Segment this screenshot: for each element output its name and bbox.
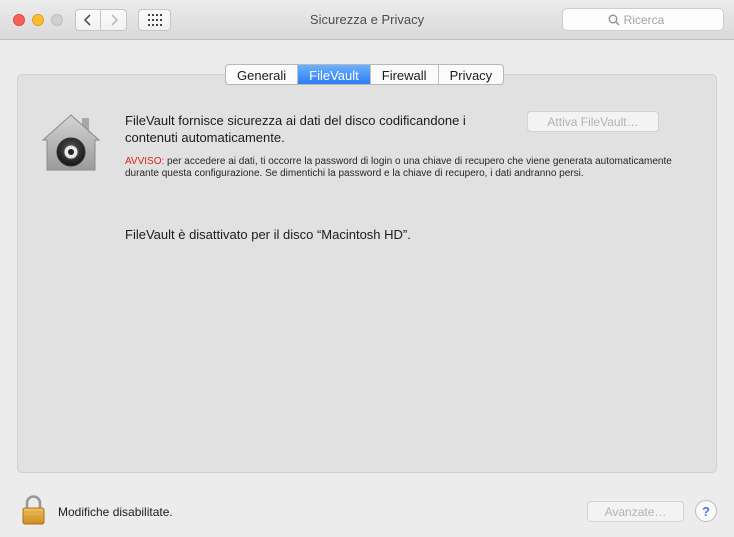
- activate-filevault-button[interactable]: Attiva FileVault…: [527, 111, 659, 132]
- lock-status-label: Modifiche disabilitate.: [58, 505, 173, 519]
- search-icon: [608, 14, 620, 25]
- search-placeholder: Ricerca: [623, 12, 665, 27]
- filevault-status: FileVault è disattivato per il disco “Ma…: [125, 227, 411, 242]
- warning-text: per accedere ai dati, ti occorre la pass…: [125, 156, 672, 179]
- help-button[interactable]: ?: [695, 500, 717, 522]
- padlock-icon[interactable]: [21, 495, 46, 525]
- title-bar: Sicurezza e Privacy Ricerca: [0, 0, 734, 40]
- filevault-description: FileVault fornisce sicurezza ai dati del…: [125, 113, 466, 145]
- warning-message: AVVISO: per accedere ai dati, ti occorre…: [125, 156, 685, 180]
- tab-firewall[interactable]: Firewall: [371, 65, 439, 84]
- advanced-button[interactable]: Avanzate…: [587, 501, 684, 522]
- tab-privacy[interactable]: Privacy: [439, 65, 504, 84]
- search-field[interactable]: Ricerca: [562, 8, 724, 31]
- warning-label: AVVISO:: [125, 156, 165, 167]
- tab-generali[interactable]: Generali: [226, 65, 299, 84]
- tab-bar: Generali FileVault Firewall Privacy: [225, 64, 505, 85]
- filevault-house-icon: [41, 114, 101, 171]
- tab-filevault[interactable]: FileVault: [298, 65, 371, 84]
